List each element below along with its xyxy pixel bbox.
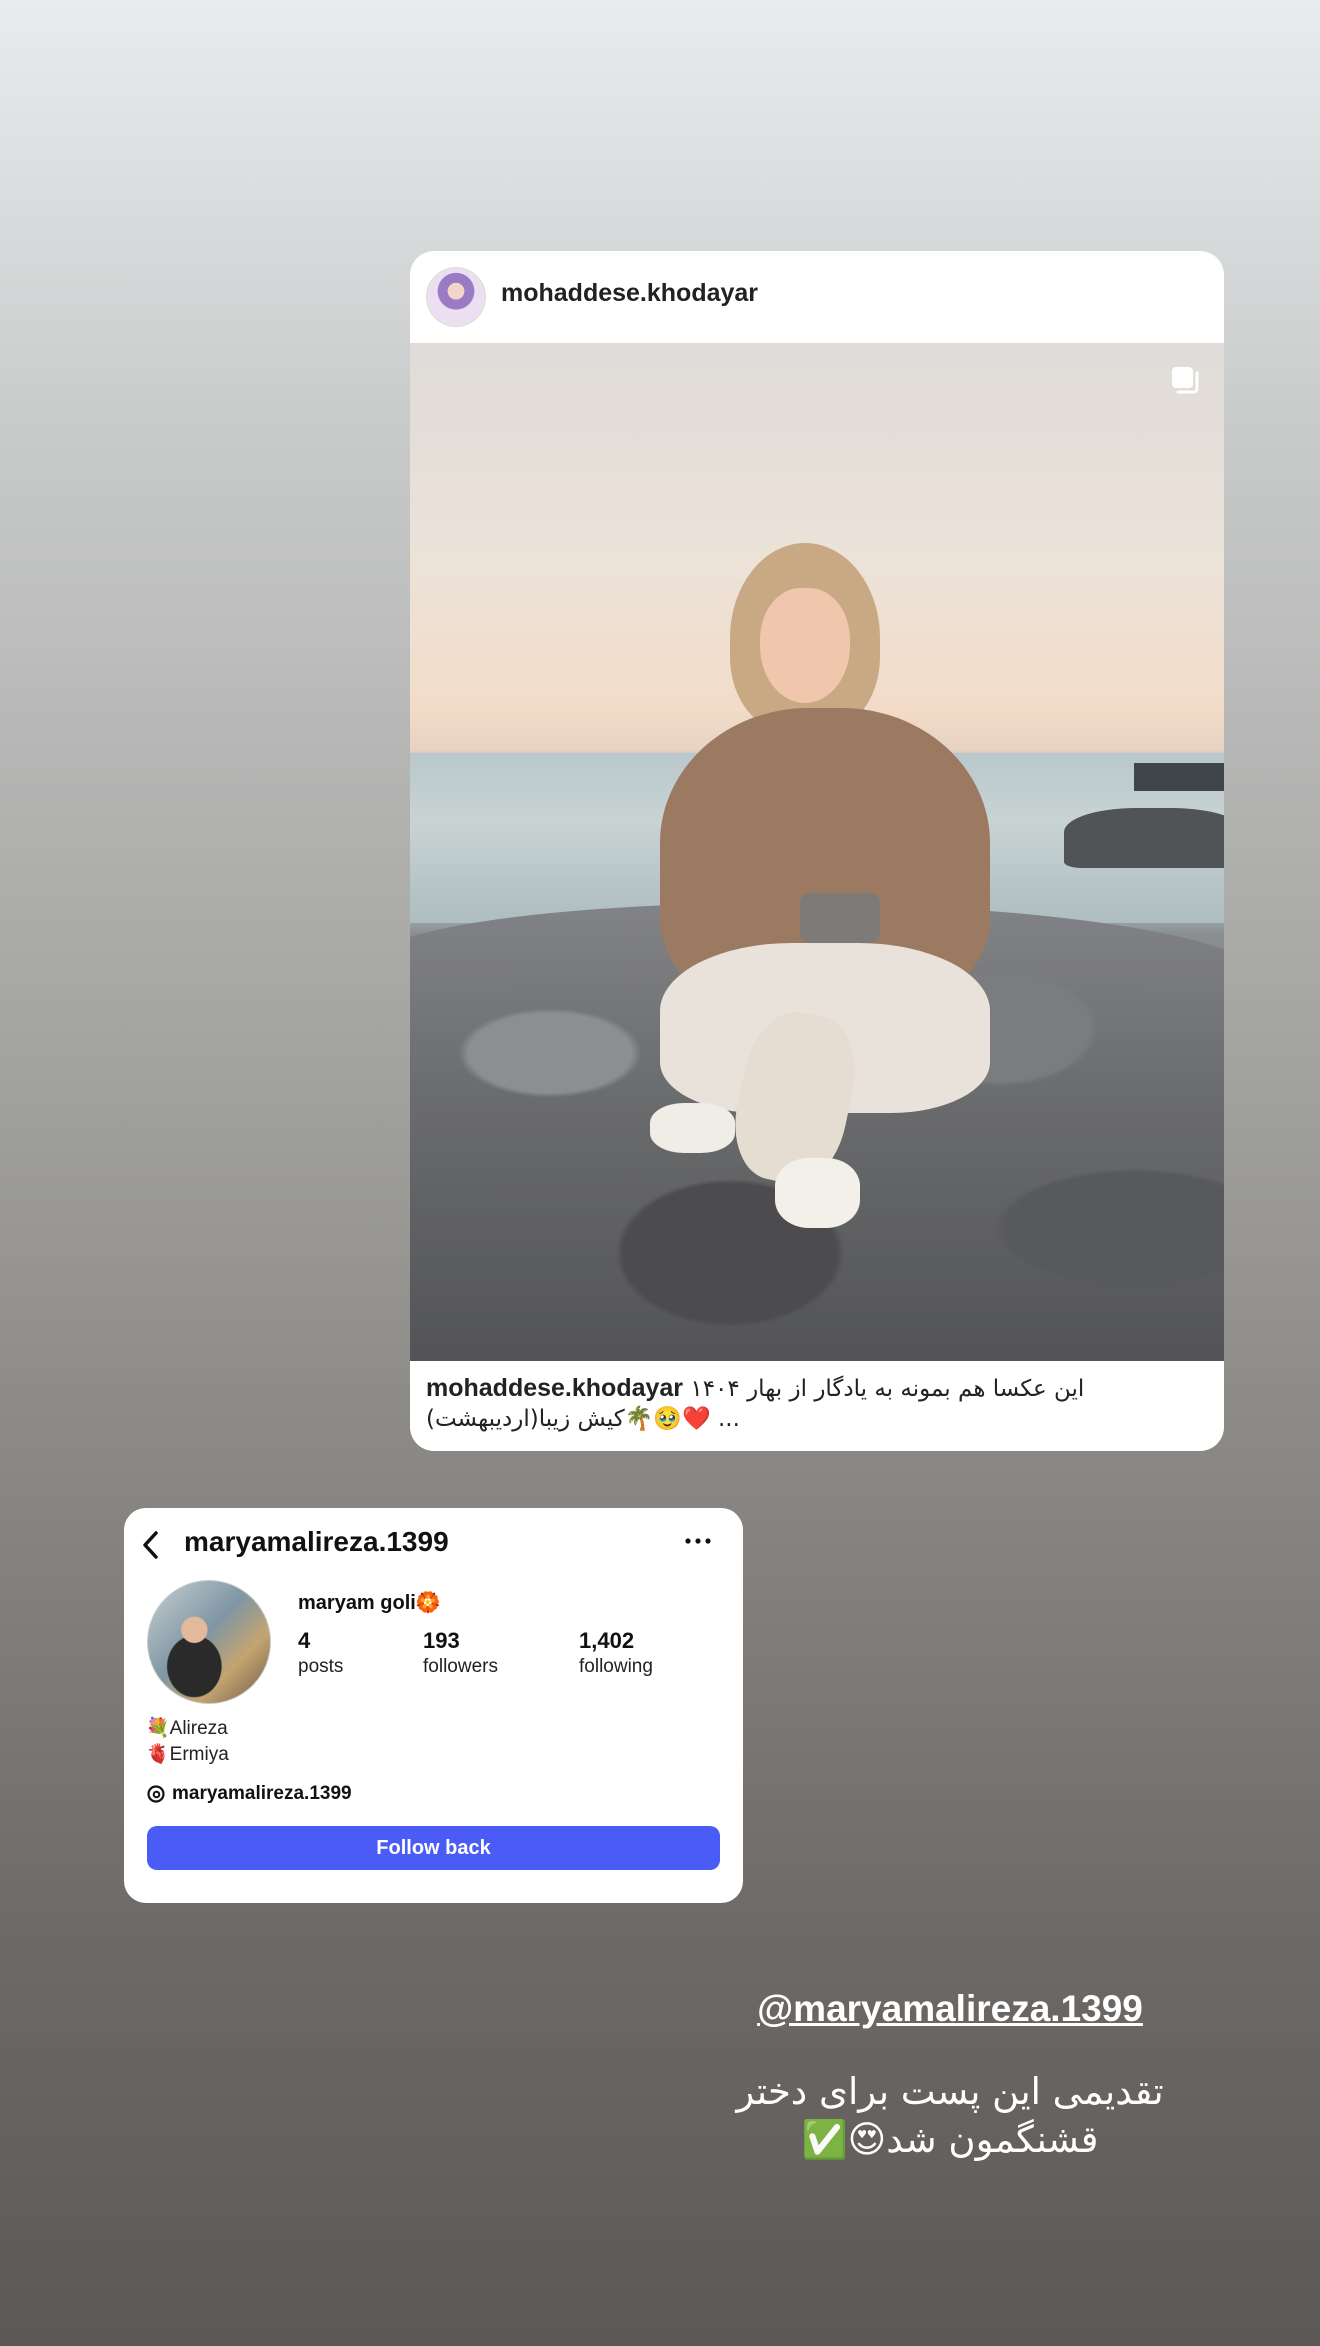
- threads-link[interactable]: maryamalireza.1399: [146, 1783, 352, 1805]
- multiple-photos-icon: [1172, 367, 1199, 394]
- profile-display-name: maryam goli🏵️: [298, 1592, 441, 1614]
- profile-avatar[interactable]: [147, 1580, 271, 1704]
- post-author-username[interactable]: mohaddese.khodayar: [501, 279, 758, 308]
- stat-following-label: following: [579, 1656, 653, 1677]
- shared-post-card[interactable]: mohaddese.khodayar mohaddese.khodayar ای…: [410, 251, 1224, 1451]
- caption-text-line1: این عکسا هم بمونه به یادگار از بهار ۱۴۰۴: [690, 1376, 1085, 1402]
- caption-text-line2: کیش زیبا(اردیبهشت)🌴🥹❤️ ...: [426, 1406, 740, 1432]
- story-caption-line1: تقدیمی این پست برای دختر: [736, 2070, 1164, 2113]
- mention-sticker[interactable]: @maryamalireza.1399: [740, 1988, 1160, 2030]
- caption-username: mohaddese.khodayar: [426, 1374, 684, 1402]
- profile-bio: 💐Alireza 🫀Ermiya: [146, 1716, 229, 1768]
- back-arrow-icon[interactable]: [140, 1530, 162, 1560]
- profile-card[interactable]: maryamalireza.1399 maryam goli🏵️ 4 posts…: [124, 1508, 743, 1903]
- more-options-icon[interactable]: [683, 1536, 713, 1546]
- photo-rock: [1064, 808, 1224, 868]
- photo-pier: [1134, 763, 1224, 791]
- threads-handle: maryamalireza.1399: [172, 1783, 352, 1804]
- stat-followers-value: 193: [423, 1628, 460, 1653]
- photo-person: [600, 543, 1040, 1243]
- post-caption[interactable]: mohaddese.khodayar این عکسا هم بمونه به …: [426, 1373, 1206, 1434]
- story-caption: تقدیمی این پست برای دختر قشنگمون شد😍✅: [700, 2068, 1200, 2164]
- stat-following[interactable]: 1,402 following: [579, 1628, 653, 1678]
- stat-posts-label: posts: [298, 1656, 344, 1677]
- follow-back-button[interactable]: Follow back: [147, 1826, 720, 1870]
- post-photo[interactable]: [410, 343, 1224, 1361]
- stat-posts[interactable]: 4 posts: [298, 1628, 343, 1678]
- stat-following-value: 1,402: [579, 1628, 635, 1653]
- profile-username: maryamalireza.1399: [184, 1526, 449, 1557]
- bio-line1: 💐Alireza: [146, 1718, 228, 1739]
- stat-followers-label: followers: [423, 1656, 498, 1677]
- post-author-avatar[interactable]: [426, 267, 486, 327]
- post-header: mohaddese.khodayar: [410, 251, 1224, 343]
- story-caption-line2: قشنگمون شد😍✅: [801, 2118, 1099, 2161]
- threads-icon: [147, 1785, 165, 1803]
- bio-line2: 🫀Ermiya: [146, 1744, 229, 1765]
- stat-followers[interactable]: 193 followers: [423, 1628, 498, 1678]
- stat-posts-value: 4: [298, 1628, 311, 1653]
